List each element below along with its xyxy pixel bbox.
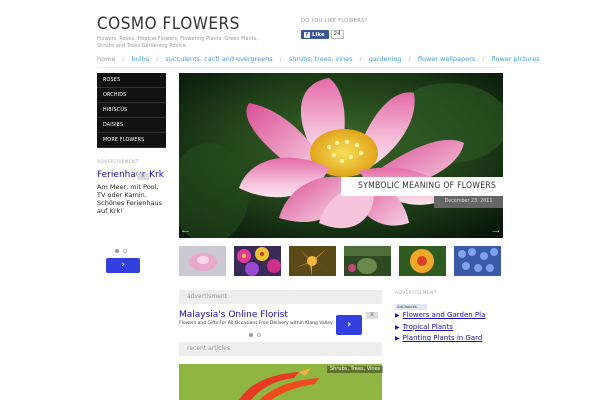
ad-link-tropical-plants[interactable]: ▶ Tropical Plants (395, 322, 503, 334)
thumbnail-image (454, 246, 501, 276)
thumbnail-image (289, 246, 336, 276)
thumbnail-image (234, 246, 281, 276)
sidebar-ad-pager (115, 249, 127, 253)
sidebar-item-more-flowers[interactable]: MORE FLOWERS (97, 133, 166, 148)
ad-link-flowers-garden[interactable]: ▶ Flowers and Garden Pla (395, 310, 503, 322)
thumbnail-lily[interactable] (289, 246, 336, 276)
content-ad-button[interactable]: › (336, 315, 362, 335)
play-triangle-icon: ▶ (395, 323, 400, 331)
sidebar-menu: ROSES ORCHIDS HIBISCUS DAISIES MORE FLOW… (97, 73, 166, 148)
site-tagline: Flowers, Roses, Tropical Flowers, Flower… (97, 36, 258, 49)
sidebar-ad-label: ADVERTISEMENT (97, 160, 139, 165)
sidebar-item-roses[interactable]: ROSES (97, 73, 166, 88)
play-triangle-icon: ▶ (395, 335, 400, 342)
nav-item-succulents[interactable]: succulents, cacti and evergreens (165, 55, 272, 63)
thumbnail-pink-lotus[interactable] (179, 246, 226, 276)
nav-divider (97, 67, 503, 68)
pager-dot[interactable] (115, 249, 119, 253)
like-question: DO YOU LIKE FLOWERS? (301, 18, 368, 24)
ad-link-planting-plants[interactable]: ▶ Planting Plants in Gard (395, 333, 503, 345)
recent-article-category[interactable]: Shrubs, Trees, Vines (327, 366, 384, 373)
facebook-like-widget: f Like 24 (301, 30, 344, 39)
play-triangle-icon: ▶ (395, 312, 400, 319)
slide-caption[interactable]: SYMBOLIC MEANING OF FLOWERS (341, 177, 503, 196)
sidebar-ad-text: Am Meer, mit Pool, TV oder Kamin. Schöne… (97, 183, 162, 215)
sidebar-item-orchids[interactable]: ORCHIDS (97, 88, 166, 103)
thumbnail-image (399, 246, 446, 276)
ad-link-label: Flowers and Garden Pla (402, 311, 486, 319)
content-ad-text: Flowers and Gifts For All Occasions Free… (179, 321, 333, 326)
slider-thumbnails (179, 246, 501, 276)
ad-link-label: Planting Plants in Gard (402, 334, 483, 342)
slider-next-icon[interactable]: ⟶ (492, 229, 499, 235)
section-title-advertisment: advertisment (179, 290, 382, 304)
facebook-like-button[interactable]: f Like (301, 30, 329, 39)
thumbnail-hydrangea[interactable] (454, 246, 501, 276)
nav-item-shrubs[interactable]: shrubs, trees, vines (289, 55, 353, 63)
thumbnail-daisies[interactable] (234, 246, 281, 276)
sidebar-ad[interactable]: Ferienhaus Krk Am Meer, mit Pool, TV ode… (97, 170, 167, 215)
section-title-recent-articles: recent articles (179, 342, 382, 356)
ad-link-label: Tropical Plants (402, 322, 453, 331)
facebook-like-label: Like (312, 31, 325, 38)
lotus-flower-image (179, 73, 503, 238)
nav-item-wallpapers[interactable]: flower wallpapers (418, 55, 475, 63)
right-ad-label: ADVERTISEMENT (395, 291, 437, 296)
thumbnail-image (344, 246, 391, 276)
hero-image[interactable] (179, 73, 503, 238)
content-ad-pager (249, 333, 261, 337)
facebook-like-count: 24 (330, 30, 344, 39)
thumbnail-garden[interactable] (344, 246, 391, 276)
slide-date: December 23, 2011 (434, 196, 503, 208)
ad-close-icon[interactable]: X (137, 173, 149, 180)
pager-dot[interactable] (123, 249, 127, 253)
thumbnail-image (179, 246, 226, 276)
facebook-icon: f (304, 31, 310, 38)
nav-item-bulbs[interactable]: bulbs (132, 55, 150, 63)
pager-dot[interactable] (249, 333, 253, 337)
right-ad: ADVERTISEMENT AdChoices ▶ Flowers and Gar… (395, 291, 503, 345)
nav-item-home[interactable]: home (97, 55, 115, 63)
nav-item-gardening[interactable]: gardening (369, 55, 402, 63)
site-logo[interactable]: COSMO FLOWERS (97, 14, 240, 34)
sidebar-item-daisies[interactable]: DAISIES (97, 118, 166, 133)
main-nav: home / bulbs / succulents, cacti and eve… (97, 55, 540, 63)
slider-prev-icon[interactable]: ⟵ (182, 229, 189, 235)
nav-item-pictures[interactable]: flower pictures (491, 55, 539, 63)
pager-dot[interactable] (257, 333, 261, 337)
sidebar-ad-button[interactable]: › (106, 258, 140, 273)
content-ad-close-icon[interactable]: X (366, 312, 378, 319)
thumbnail-hibiscus[interactable] (399, 246, 446, 276)
sidebar-item-hibiscus[interactable]: HIBISCUS (97, 103, 166, 118)
sidebar-ad-title[interactable]: Ferienhaus Krk (97, 170, 167, 180)
